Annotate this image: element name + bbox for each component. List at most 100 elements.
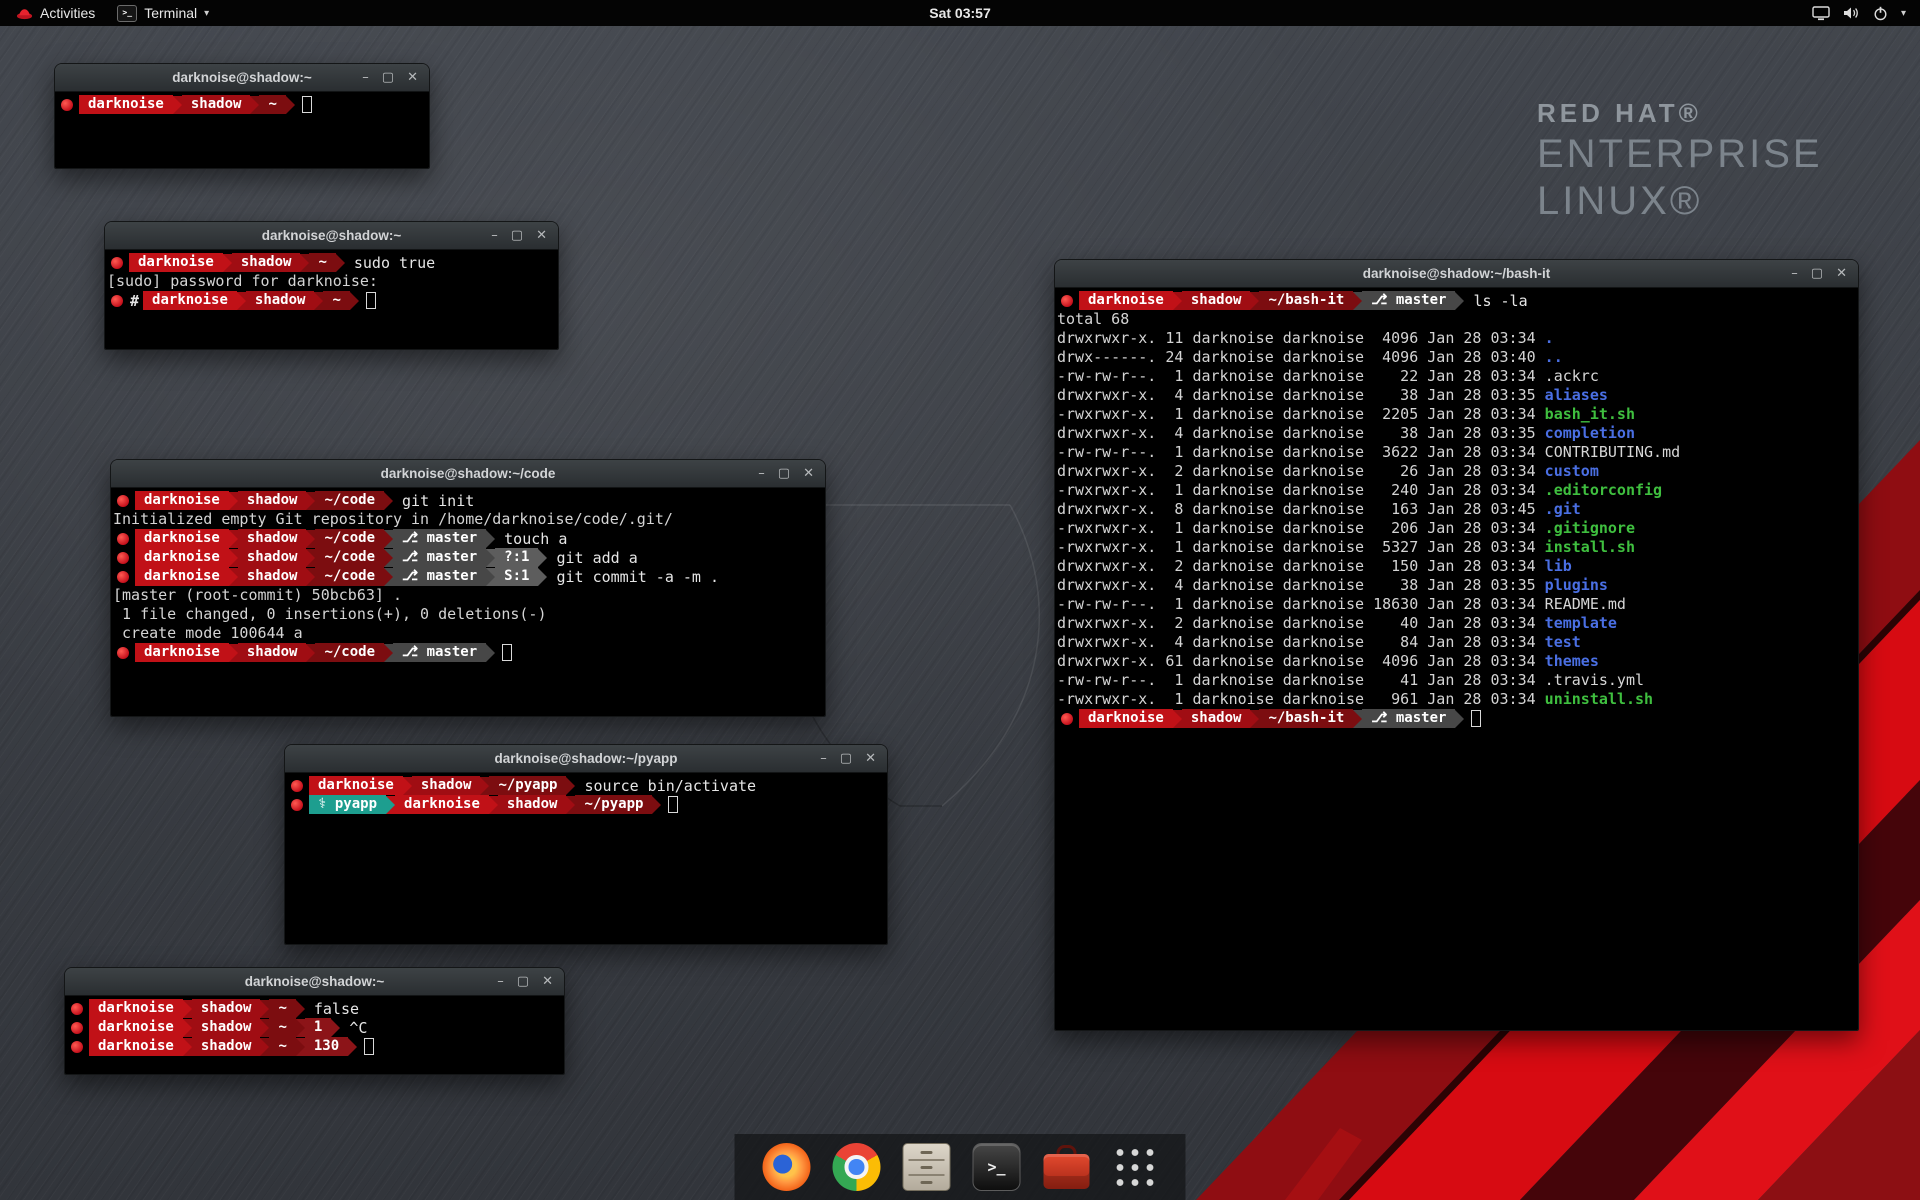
prompt-segment-path: ~ <box>269 999 295 1018</box>
redhat-prompt-icon <box>71 1003 83 1015</box>
redhat-prompt-icon <box>117 552 129 564</box>
terminal-content[interactable]: darknoiseshadow~sudo true[sudo] password… <box>105 250 558 349</box>
close-button[interactable]: ✕ <box>1836 267 1847 280</box>
maximize-button[interactable]: ▢ <box>840 752 852 765</box>
ls-row: drwx------. 24 darknoise darknoise 4096 … <box>1057 348 1856 367</box>
file-name: uninstall.sh <box>1545 690 1653 708</box>
prompt-segment-host: shadow <box>232 253 301 272</box>
app-grid-icon[interactable] <box>1113 1145 1158 1190</box>
prompt-line: darknoiseshadow~sudo true <box>107 253 556 272</box>
prompt-segment-host: shadow <box>182 95 251 114</box>
terminal-output-line: Initialized empty Git repository in /hom… <box>113 510 823 529</box>
ls-row-meta: drwxrwxr-x. 4 darknoise darknoise 38 Jan… <box>1057 576 1545 594</box>
maximize-button[interactable]: ▢ <box>511 229 523 242</box>
minimize-button[interactable]: – <box>491 229 498 242</box>
ls-row-meta: drwxrwxr-x. 2 darknoise darknoise 150 Ja… <box>1057 557 1545 575</box>
window-titlebar[interactable]: darknoise@shadow:~/code – ▢ ✕ <box>111 460 825 488</box>
close-button[interactable]: ✕ <box>803 467 814 480</box>
powerline-arrow <box>1353 710 1362 728</box>
window-titlebar[interactable]: darknoise@shadow:~/bash-it – ▢ ✕ <box>1055 260 1858 288</box>
maximize-button[interactable]: ▢ <box>517 975 529 988</box>
terminal-window-5: darknoise@shadow:~ – ▢ ✕ darknoise shadow… <box>64 967 565 1075</box>
close-button[interactable]: ✕ <box>865 752 876 765</box>
clock[interactable]: Sat 03:57 <box>0 5 1920 21</box>
prompt-segment-git: ⎇ master <box>393 529 486 548</box>
close-button[interactable]: ✕ <box>407 71 418 84</box>
terminal-output-line: [sudo] password for darknoise: <box>107 272 556 291</box>
window-titlebar[interactable]: darknoise@shadow:~ – ▢ ✕ <box>55 64 429 92</box>
powerline-arrow <box>384 549 393 567</box>
system-menu[interactable]: ▾ <box>1812 6 1920 21</box>
file-name: aliases <box>1545 386 1608 404</box>
ls-row: drwxrwxr-x. 2 darknoise darknoise 26 Jan… <box>1057 462 1856 481</box>
file-name: .git <box>1545 500 1581 518</box>
prompt-segment-host: shadow <box>192 999 261 1018</box>
file-name: test <box>1545 633 1581 651</box>
prompt-segment-user: darknoise <box>135 548 229 567</box>
ls-row-meta: drwxrwxr-x. 11 darknoise darknoise 4096 … <box>1057 329 1545 347</box>
powerline-arrow <box>306 492 315 510</box>
terminal-content[interactable]: darknoiseshadow~falsedarknoiseshadow~1^C… <box>65 996 564 1074</box>
powerline-arrow <box>1173 292 1182 310</box>
powerline-arrow <box>306 549 315 567</box>
powerline-arrow <box>350 292 359 310</box>
file-name: .. <box>1545 348 1563 366</box>
terminal-content[interactable]: darknoiseshadow~/pyappsource bin/activat… <box>285 773 887 944</box>
prompt-segment-user: darknoise <box>89 1037 183 1056</box>
prompt-segment-path: ~/bash-it <box>1259 291 1353 310</box>
prompt-segment-user: darknoise <box>135 529 229 548</box>
minimize-button[interactable]: – <box>758 467 765 480</box>
terminal-content[interactable]: darknoiseshadow~/bash-it⎇ masterls -lato… <box>1055 288 1858 1030</box>
window-titlebar[interactable]: darknoise@shadow:~/pyapp – ▢ ✕ <box>285 745 887 773</box>
ls-row-meta: -rwxrwxr-x. 1 darknoise darknoise 240 Ja… <box>1057 481 1545 499</box>
minimize-button[interactable]: – <box>1791 267 1798 280</box>
root-prompt-prefix: # <box>130 292 139 310</box>
ls-row-meta: -rwxrwxr-x. 1 darknoise darknoise 2205 J… <box>1057 405 1545 423</box>
prompt-segment-exit: 1 <box>305 1018 331 1037</box>
maximize-button[interactable]: ▢ <box>382 71 394 84</box>
terminal-window-1: darknoise@shadow:~ – ▢ ✕ darknoiseshadow… <box>54 63 430 169</box>
power-icon <box>1873 6 1888 21</box>
redhat-prompt-icon <box>71 1041 83 1053</box>
terminal-icon[interactable]: >_ <box>973 1143 1021 1191</box>
files-icon[interactable] <box>903 1143 951 1191</box>
powerline-arrow <box>480 777 489 795</box>
powerline-arrow <box>566 777 575 795</box>
powerline-arrow <box>223 254 232 272</box>
redhat-prompt-icon <box>71 1022 83 1034</box>
window-titlebar[interactable]: darknoise@shadow:~ – ▢ ✕ <box>105 222 558 250</box>
window-title: darknoise@shadow:~/pyapp <box>285 751 887 766</box>
chrome-icon[interactable] <box>833 1143 881 1191</box>
toolbox-icon[interactable] <box>1043 1143 1091 1191</box>
close-button[interactable]: ✕ <box>542 975 553 988</box>
command-text: source bin/activate <box>584 777 756 795</box>
terminal-content[interactable]: darknoiseshadow~/codegit initInitialized… <box>111 488 825 716</box>
file-name: lib <box>1545 557 1572 575</box>
minimize-button[interactable]: – <box>362 71 369 84</box>
prompt-segment-exit: 130 <box>305 1037 348 1056</box>
close-button[interactable]: ✕ <box>536 229 547 242</box>
powerline-arrow <box>229 549 238 567</box>
minimize-button[interactable]: – <box>497 975 504 988</box>
maximize-button[interactable]: ▢ <box>1811 267 1823 280</box>
powerline-arrow <box>566 796 575 814</box>
file-name: .gitignore <box>1545 519 1635 537</box>
prompt-segment-user: darknoise <box>1079 709 1173 728</box>
maximize-button[interactable]: ▢ <box>778 467 790 480</box>
display-icon <box>1812 6 1830 21</box>
minimize-button[interactable]: – <box>820 752 827 765</box>
prompt-line: darknoiseshadow~/code⎇ master <box>113 643 823 662</box>
ls-row: drwxrwxr-x. 2 darknoise darknoise 40 Jan… <box>1057 614 1856 633</box>
firefox-icon[interactable] <box>763 1143 811 1191</box>
powerline-arrow <box>173 96 182 114</box>
ls-row-meta: -rw-rw-r--. 1 darknoise darknoise 22 Jan… <box>1057 367 1545 385</box>
prompt-segment-git: ⎇ master <box>393 643 486 662</box>
powerline-arrow <box>1455 292 1464 310</box>
prompt-segment-git: ⎇ master <box>393 548 486 567</box>
ls-row-meta: -rw-rw-r--. 1 darknoise darknoise 41 Jan… <box>1057 671 1545 689</box>
window-titlebar[interactable]: darknoise@shadow:~ – ▢ ✕ <box>65 968 564 996</box>
prompt-line: darknoiseshadow~/codegit init <box>113 491 823 510</box>
terminal-cursor <box>668 796 678 813</box>
powerline-arrow <box>1250 292 1259 310</box>
terminal-content[interactable]: darknoiseshadow~ <box>55 92 429 168</box>
